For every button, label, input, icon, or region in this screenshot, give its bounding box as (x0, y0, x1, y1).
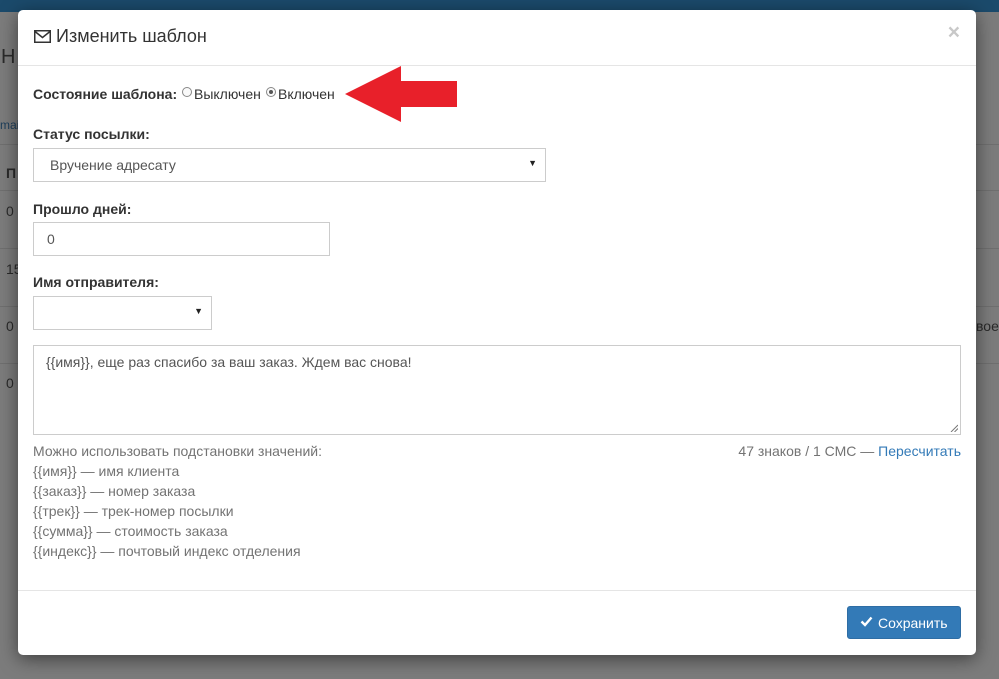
radio-enabled-label: Включен (278, 86, 335, 102)
modal-title: Изменить шаблон (56, 26, 207, 46)
parcel-status-value: Вручение адресату (50, 157, 176, 173)
modal-header: Изменить шаблон × (18, 10, 976, 66)
recalculate-link[interactable]: Пересчитать (878, 443, 961, 459)
background-column-fragment: П (6, 165, 17, 181)
close-button[interactable]: × (948, 22, 960, 43)
days-passed-value: 0 (47, 231, 55, 247)
background-cell-fragment: 0 (6, 318, 14, 334)
sms-counter: 47 знаков / 1 СМС — Пересчитать (738, 443, 961, 459)
save-button-label: Сохранить (878, 615, 948, 631)
help-intro: Можно использовать подстановки значений: (33, 443, 322, 459)
save-button[interactable]: Сохранить (847, 606, 961, 639)
modal-footer-divider (18, 590, 976, 591)
help-item: {{сумма}} — стоимость заказа (33, 523, 228, 539)
checkmark-icon (860, 616, 873, 627)
message-textarea[interactable]: {{имя}}, еще раз спасибо за ваш заказ. Ж… (33, 345, 961, 435)
parcel-status-select[interactable]: Вручение адресату ▼ (33, 148, 546, 182)
dropdown-arrow-icon: ▼ (528, 158, 537, 168)
edit-template-modal: Изменить шаблон × Состояние шаблона: Вык… (18, 10, 976, 655)
background-cell-fragment: 0 (6, 203, 14, 219)
radio-disabled[interactable] (182, 87, 192, 97)
char-count: 47 знаков / 1 СМС (738, 443, 857, 459)
template-state-label: Состояние шаблона: (33, 86, 178, 102)
help-item: {{имя}} — имя клиента (33, 463, 180, 479)
envelope-icon (34, 30, 51, 43)
days-passed-label: Прошло дней: (33, 201, 132, 217)
sender-name-label: Имя отправителя: (33, 274, 159, 290)
background-cell-fragment: вое (976, 318, 999, 334)
help-item: {{трек}} — трек-номер посылки (33, 503, 234, 519)
help-item: {{заказ}} — номер заказа (33, 483, 196, 499)
resize-grip-icon[interactable] (950, 424, 958, 432)
radio-disabled-label: Выключен (194, 86, 261, 102)
background-cell-fragment: 0 (6, 375, 14, 391)
parcel-status-label: Статус посылки: (33, 126, 150, 142)
message-text: {{имя}}, еще раз спасибо за ваш заказ. Ж… (46, 354, 412, 370)
help-item: {{индекс}} — почтовый индекс отделения (33, 543, 301, 559)
dropdown-arrow-icon: ▼ (194, 306, 203, 316)
days-passed-input[interactable]: 0 (33, 222, 330, 256)
counter-separator: — (856, 443, 879, 459)
sender-name-select[interactable]: ▼ (33, 296, 212, 330)
background-heading-fragment: Н (1, 46, 16, 68)
background-link-fragment: mai (0, 118, 20, 132)
radio-enabled[interactable] (266, 87, 276, 97)
red-arrow-annotation (345, 66, 457, 122)
